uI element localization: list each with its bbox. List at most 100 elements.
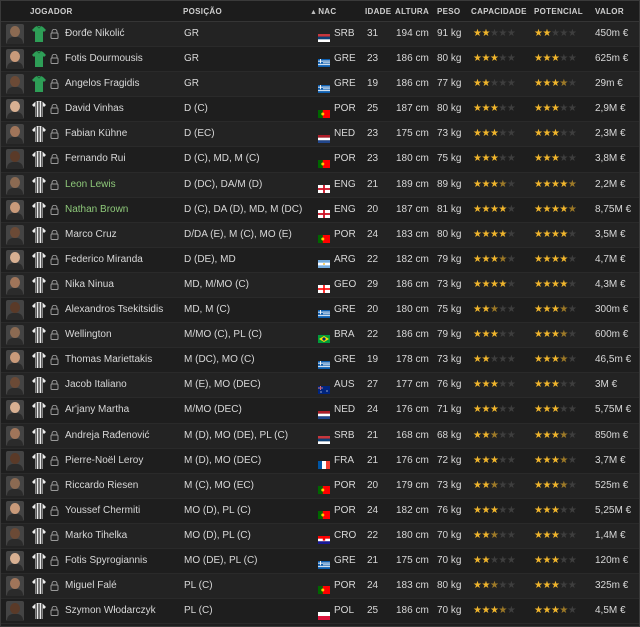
player-name[interactable]: Angelos Fragidis bbox=[65, 72, 139, 96]
player-nation[interactable]: AUS bbox=[318, 373, 355, 397]
player-photo[interactable] bbox=[6, 74, 24, 95]
lock-icon[interactable] bbox=[50, 480, 59, 491]
player-photo[interactable] bbox=[6, 249, 24, 270]
player-nation[interactable]: GRE bbox=[318, 47, 356, 71]
lock-icon[interactable] bbox=[50, 530, 59, 541]
player-row[interactable]: Ar'jany Martha M/MO (DEC) NED 24 176 cm 71 kg… bbox=[1, 398, 639, 424]
player-row[interactable]: Szymon Włodarczyk PL (C) POL 25 186 cm 70 kg ★… bbox=[1, 599, 639, 625]
player-nation[interactable]: ENG bbox=[318, 173, 356, 197]
player-photo[interactable] bbox=[6, 49, 24, 70]
player-nation[interactable]: ENG bbox=[318, 198, 356, 222]
player-photo[interactable] bbox=[6, 576, 24, 597]
player-row[interactable]: Fotis Spyrogiannis MO (DE), PL (C) GRE 21 17… bbox=[1, 548, 639, 575]
lock-icon[interactable] bbox=[50, 154, 59, 165]
player-row[interactable]: Angelos Fragidis GR GRE 19 186 cm 77 kg ★★★★★ ★… bbox=[1, 72, 639, 98]
player-nation[interactable]: GRE bbox=[318, 549, 356, 573]
player-row[interactable]: Nika Ninua MD, M/MO (C) GEO 29 186 cm 73 kg ★★… bbox=[1, 272, 639, 299]
lock-icon[interactable] bbox=[50, 455, 59, 466]
player-nation[interactable]: NED bbox=[318, 398, 355, 422]
player-nation[interactable]: FRA bbox=[318, 449, 354, 473]
player-name[interactable]: Đorđe Nikolić bbox=[65, 22, 124, 46]
player-row[interactable]: Youssef Chermiti MO (D), PL (C) POR 24 182 c… bbox=[1, 498, 639, 524]
column-header-weight[interactable]: PESO bbox=[437, 7, 460, 16]
player-name[interactable]: Federico Miranda bbox=[65, 248, 143, 272]
player-photo[interactable] bbox=[6, 174, 24, 195]
player-nation[interactable]: NED bbox=[318, 122, 355, 146]
player-nation[interactable]: POR bbox=[318, 574, 356, 598]
player-nation[interactable]: CRO bbox=[318, 524, 356, 548]
player-row[interactable]: Marco Cruz D/DA (E), M (C), MO (E) POR 24 18… bbox=[1, 222, 639, 248]
lock-icon[interactable] bbox=[50, 104, 59, 115]
player-photo[interactable] bbox=[6, 525, 24, 546]
player-name[interactable]: Fernando Rui bbox=[65, 147, 126, 171]
player-name[interactable]: David Vinhas bbox=[65, 97, 124, 121]
player-name[interactable]: Leon Lewis bbox=[65, 173, 116, 197]
lock-icon[interactable] bbox=[50, 580, 59, 592]
player-name[interactable]: Nathan Brown bbox=[65, 198, 128, 222]
player-row[interactable]: Fotis Dourmousis GR GRE 23 186 cm 80 kg ★★★★★ ★… bbox=[1, 47, 639, 73]
column-header-player[interactable]: JOGADOR bbox=[30, 7, 73, 16]
player-photo[interactable] bbox=[6, 425, 24, 446]
player-photo[interactable] bbox=[6, 24, 24, 44]
lock-icon[interactable] bbox=[50, 129, 59, 140]
player-nation[interactable]: GRE bbox=[318, 348, 356, 372]
player-name[interactable]: Marko Tihelka bbox=[65, 524, 127, 548]
lock-icon[interactable] bbox=[50, 405, 59, 416]
player-nation[interactable]: POR bbox=[318, 499, 356, 523]
lock-icon[interactable] bbox=[50, 605, 59, 617]
player-nation[interactable]: SRB bbox=[318, 22, 355, 46]
player-photo[interactable] bbox=[6, 224, 24, 245]
column-header-age[interactable]: IDADE bbox=[365, 7, 391, 16]
column-header-potential[interactable]: POTENCIAL bbox=[534, 7, 583, 16]
lock-icon[interactable] bbox=[50, 53, 59, 65]
player-nation[interactable]: POR bbox=[318, 223, 356, 247]
column-header-ability[interactable]: CAPACIDADE bbox=[471, 7, 527, 16]
player-row[interactable]: Fernando Rui D (C), MD, M (C) POR 23 180 cm 7… bbox=[1, 147, 639, 173]
player-name[interactable]: Miguel Falé bbox=[65, 574, 117, 598]
player-nation[interactable]: ARG bbox=[318, 248, 356, 272]
lock-icon[interactable] bbox=[50, 28, 59, 39]
player-name[interactable]: Thomas Mariettakis bbox=[65, 348, 152, 372]
player-photo[interactable] bbox=[6, 199, 24, 220]
lock-icon[interactable] bbox=[50, 380, 59, 391]
lock-icon[interactable] bbox=[50, 179, 59, 190]
player-row[interactable]: Federico Miranda D (DE), MD ARG 22 182 cm 79 … bbox=[1, 247, 639, 273]
player-row[interactable]: David Vinhas D (C) POR 25 187 cm 80 kg ★★★★★ ★★… bbox=[1, 97, 639, 123]
player-photo[interactable] bbox=[6, 99, 24, 120]
player-photo[interactable] bbox=[6, 149, 24, 170]
player-name[interactable]: Jacob Italiano bbox=[65, 373, 127, 397]
player-nation[interactable]: POL bbox=[318, 599, 354, 623]
lock-icon[interactable] bbox=[50, 304, 59, 316]
player-name[interactable]: Wellington bbox=[65, 323, 112, 347]
player-photo[interactable] bbox=[6, 400, 24, 421]
column-header-height[interactable]: ALTURA bbox=[395, 7, 429, 16]
player-nation[interactable]: SRB bbox=[318, 424, 355, 448]
player-row[interactable]: Đorđe Nikolić GR SRB 31 194 cm 91 kg ★★★★★ ★★★★… bbox=[1, 22, 639, 48]
player-photo[interactable] bbox=[6, 550, 24, 571]
column-header-nation[interactable]: ▲NAC bbox=[310, 7, 336, 16]
player-row[interactable]: Leon Lewis D (DC), DA/M (D) ENG 21 189 cm 89 … bbox=[1, 172, 639, 198]
player-name[interactable]: Fotis Spyrogiannis bbox=[65, 549, 147, 573]
player-photo[interactable] bbox=[6, 601, 24, 622]
player-name[interactable]: Nika Ninua bbox=[65, 273, 114, 297]
player-name[interactable]: Ar'jany Martha bbox=[65, 398, 129, 422]
player-name[interactable]: Marco Cruz bbox=[65, 223, 117, 247]
player-name[interactable]: Pierre-Noël Leroy bbox=[65, 449, 143, 473]
player-nation[interactable]: GRE bbox=[318, 72, 356, 96]
player-name[interactable]: Fotis Dourmousis bbox=[65, 47, 143, 71]
lock-icon[interactable] bbox=[50, 430, 59, 441]
lock-icon[interactable] bbox=[50, 79, 59, 90]
player-row[interactable]: Wellington M/MO (C), PL (C) BRA 22 186 cm 79 … bbox=[1, 323, 639, 349]
player-row[interactable]: Thomas Mariettakis M (DC), MO (C) GRE 19 178… bbox=[1, 348, 639, 374]
player-row[interactable]: Nathan Brown D (C), DA (D), MD, M (DC) ENG… bbox=[1, 197, 639, 223]
lock-icon[interactable] bbox=[50, 355, 59, 366]
player-photo[interactable] bbox=[6, 475, 24, 496]
player-row[interactable]: Riccardo Riesen M (C), MO (EC) POR 20 179 cm… bbox=[1, 473, 639, 499]
player-row[interactable]: Jacob Italiano M (E), MO (DEC) AUS 27 177 cm… bbox=[1, 373, 639, 399]
player-photo[interactable] bbox=[6, 375, 24, 396]
lock-icon[interactable] bbox=[50, 329, 59, 341]
player-row[interactable]: Pierre-Noël Leroy M (D), MO (DEC) FRA 21 176… bbox=[1, 448, 639, 474]
player-photo[interactable] bbox=[6, 274, 24, 295]
player-row[interactable]: Andreja Rađenović M (D), MO (DE), PL (C) S… bbox=[1, 423, 639, 449]
player-nation[interactable]: POR bbox=[318, 147, 356, 171]
